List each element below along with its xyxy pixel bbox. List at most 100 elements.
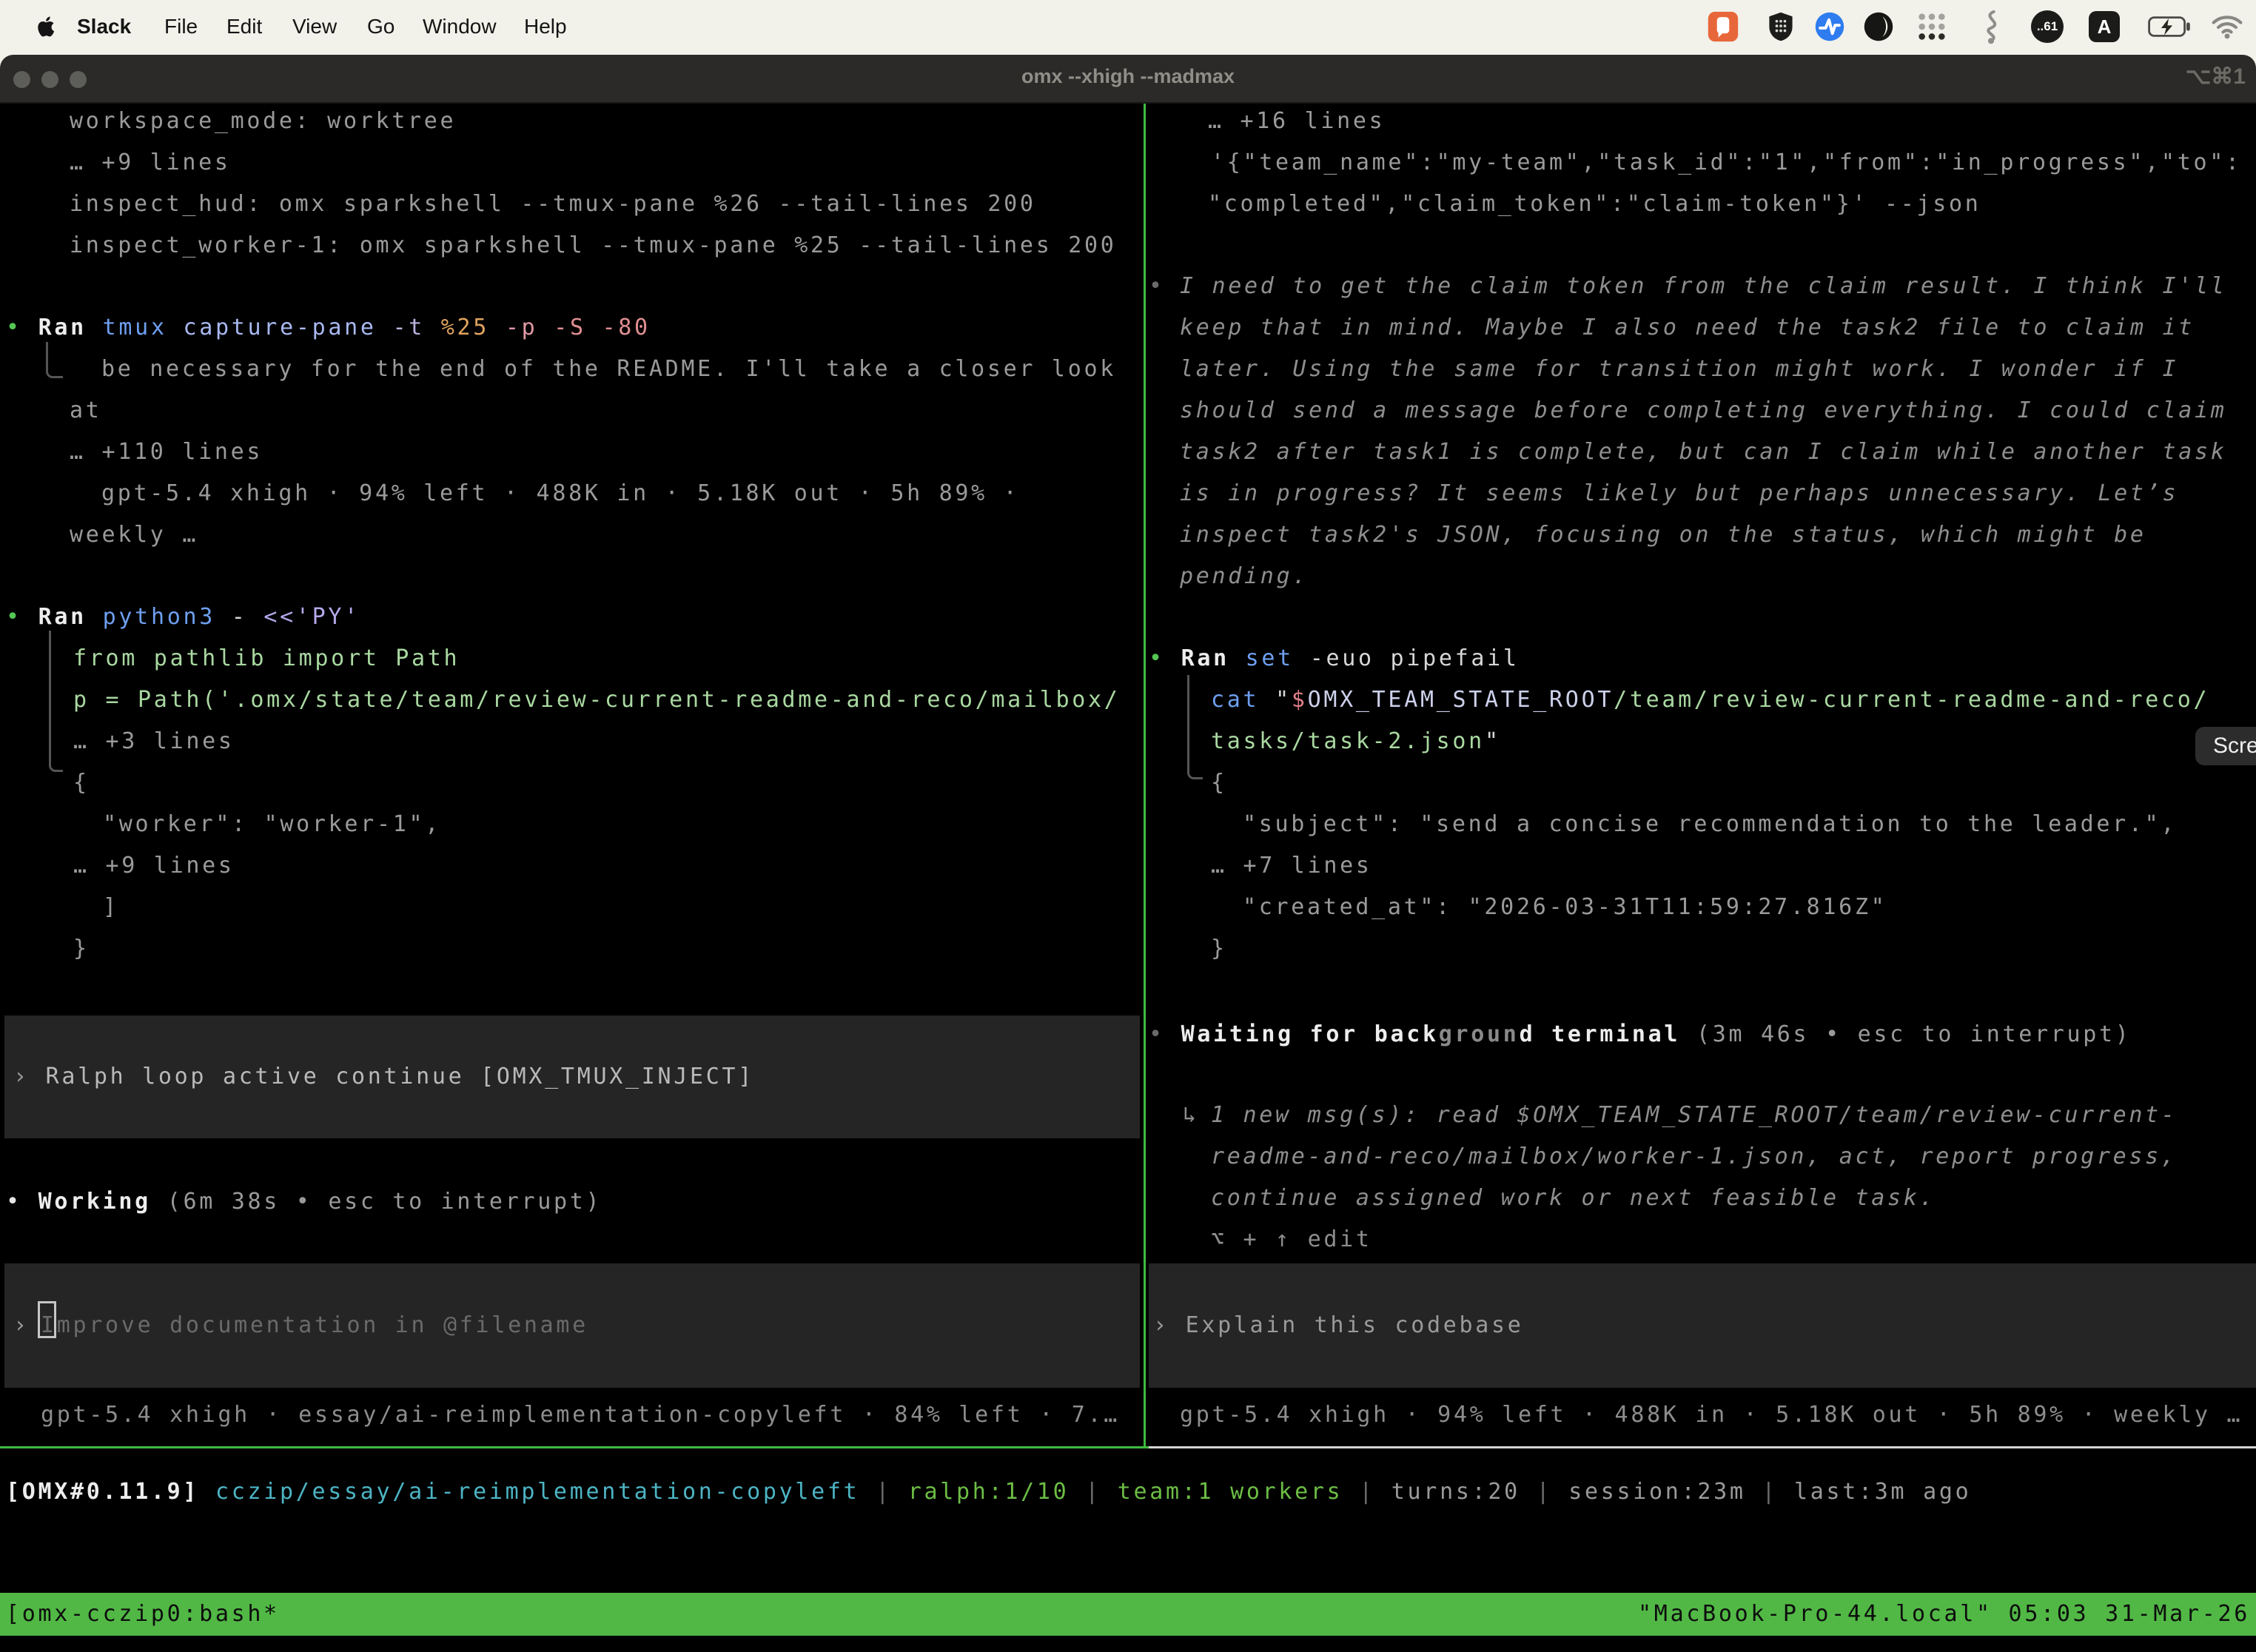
waiting-label-part: Waiting for back — [1181, 1021, 1439, 1047]
env-variable: OMX_TEAM_STATE_ROOT — [1308, 687, 1614, 713]
code-line: from pathlib import Path — [73, 638, 460, 679]
terminal-line: "completed","claim_token":"claim-token"}… — [1208, 184, 1981, 225]
command-arg: -80 — [602, 307, 651, 349]
separator: | — [1085, 1471, 1101, 1513]
zoom-button[interactable] — [70, 71, 87, 88]
menu-help[interactable]: Help — [524, 0, 567, 53]
json-output-line: { — [1211, 762, 1227, 804]
command-output-line: gpt-5.4 xhigh · 94% left · 488K in · 5.1… — [101, 473, 1019, 514]
ralph-counter: ralph:1/10 — [908, 1471, 1070, 1513]
input-source-icon[interactable]: A — [2089, 11, 2120, 42]
command-bullet: • — [1149, 638, 1165, 679]
path-segment: /team/review-current-readme-and-reco/ — [1614, 687, 2209, 713]
command-arg: %25 — [441, 307, 489, 349]
menu-app-slack[interactable]: Slack — [77, 0, 131, 53]
dollar-sign: $ — [1292, 687, 1308, 713]
left-pane-bottom-border — [0, 1446, 1149, 1448]
thinking-line: pending. — [1180, 556, 1309, 597]
minimize-button[interactable] — [41, 71, 58, 88]
command-arg: - — [232, 597, 248, 638]
suggestion-text: Explain this codebase — [1186, 1305, 1524, 1346]
separator: | — [876, 1471, 892, 1513]
command-output-line: weekly … — [70, 514, 198, 556]
command-flag: -t — [392, 307, 425, 349]
json-output-line: "created_at": "2026-03-31T11:59:27.816Z" — [1243, 887, 1887, 928]
terminal-line: inspect_hud: omx sparkshell --tmux-pane … — [70, 184, 1036, 225]
command-subcommand: capture-pane — [184, 307, 377, 349]
network-bolt-icon[interactable] — [1813, 10, 1846, 43]
menu-view[interactable]: View — [292, 0, 337, 53]
omx-version: [OMX#0.11.9] — [6, 1471, 199, 1513]
working-detail: (6m 38s • esc to interrupt) — [167, 1181, 602, 1223]
output-elbow-connector — [46, 342, 63, 378]
code-line: p = Path('.omx/state/team/review-current… — [73, 679, 1121, 721]
thinking-line: should send a message before completing … — [1180, 390, 2227, 432]
thinking-line: inspect task2's JSON, focusing on the st… — [1180, 514, 2146, 556]
dots-grid-icon[interactable] — [1917, 12, 1947, 41]
path-segment: tasks/task-2.json — [1211, 728, 1485, 754]
menu-window[interactable]: Window — [423, 0, 497, 53]
waiting-label-shimmer: groun — [1439, 1021, 1520, 1047]
prompt-chevron: › — [13, 1056, 30, 1098]
json-output-line: { — [73, 762, 90, 804]
command-args: -euo pipefail — [1310, 638, 1520, 679]
crescent-app-icon[interactable] — [1862, 10, 1895, 43]
last-activity: last:3m ago — [1794, 1471, 1971, 1513]
waiting-detail: (3m 46s • esc to interrupt) — [1696, 1014, 2132, 1055]
waiting-label: Waiting for background terminal — [1181, 1014, 1681, 1055]
menu-edit[interactable]: Edit — [226, 0, 262, 53]
ran-command-set: • Ran set -euo pipefail — [1149, 638, 1520, 679]
working-label: Working — [38, 1181, 151, 1223]
json-output-line: ] — [103, 887, 119, 928]
pane-divider[interactable] — [1144, 104, 1146, 1448]
thinking-bullet: • — [1149, 266, 1165, 307]
terminal-line: inspect_worker-1: omx sparkshell --tmux-… — [70, 225, 1117, 266]
quote-char: " — [1485, 728, 1501, 754]
turns-counter: turns:20 — [1391, 1471, 1520, 1513]
collapsed-lines-indicator: … +16 lines — [1208, 101, 1385, 142]
waiting-label-part: d terminal — [1520, 1021, 1681, 1047]
apple-icon[interactable] — [33, 13, 59, 40]
separator: | — [1359, 1471, 1375, 1513]
right-pane-status-line: gpt-5.4 xhigh · 94% left · 488K in · 5.1… — [1180, 1394, 2243, 1436]
close-button[interactable] — [13, 71, 30, 88]
cat-command-line: cat "$OMX_TEAM_STATE_ROOT/team/review-cu… — [1211, 679, 2209, 721]
status-bullet: • — [1149, 1014, 1165, 1055]
quote-char: " — [1275, 687, 1292, 713]
output-elbow-connector — [1187, 675, 1203, 779]
automation-icon[interactable] — [1975, 9, 2007, 44]
collapsed-lines-indicator: … +110 lines — [70, 432, 263, 473]
command-flag: -S — [554, 307, 586, 349]
ran-label: Ran — [1181, 638, 1229, 679]
command-output-line: at — [70, 390, 102, 432]
command-flag: -p — [506, 307, 538, 349]
ralph-loop-text: Ralph loop active continue [OMX_TMUX_INJ… — [46, 1056, 755, 1098]
percent-badge-icon[interactable]: ..61 — [2031, 10, 2064, 43]
ran-command-tmux: • Ran tmux capture-pane -t %25 -p -S -80 — [6, 307, 651, 349]
menu-go[interactable]: Go — [367, 0, 395, 53]
json-output-line: "subject": "send a concise recommendatio… — [1243, 804, 2177, 845]
thinking-line: I need to get the claim token from the c… — [1180, 266, 2227, 307]
mailbox-message-line: 1 new msg(s): read $OMX_TEAM_STATE_ROOT/… — [1211, 1095, 2178, 1136]
terminal-line: workspace_mode: worktree — [70, 101, 456, 142]
battery-icon[interactable] — [2148, 16, 2191, 37]
explain-suggestion[interactable]: › Explain this codebase — [1153, 1305, 1524, 1346]
command-bullet: • — [6, 307, 22, 349]
status-bullet: • — [6, 1181, 22, 1223]
tmux-host-clock: "MacBook-Pro-44.local" 05:03 31-Mar-26 — [1638, 1593, 2250, 1636]
json-output-line: } — [73, 928, 90, 970]
cat-command-line-2: tasks/task-2.json" — [1211, 721, 1501, 762]
wifi-icon[interactable] — [2210, 10, 2244, 43]
window-shortcut-badge: ⌥⌘1 — [2186, 64, 2246, 90]
collapsed-lines-indicator: … +9 lines — [70, 142, 231, 184]
collapsed-lines-indicator: … +9 lines — [73, 845, 235, 887]
thinking-line: keep that in mind. Maybe I also need the… — [1180, 307, 2195, 349]
command-name: python3 — [103, 597, 215, 638]
chat-app-icon[interactable] — [1707, 10, 1739, 43]
shield-grid-icon[interactable] — [1765, 10, 1797, 43]
input-placeholder[interactable]: Improve documentation in @filename — [41, 1305, 588, 1346]
thinking-line: task2 after task1 is complete, but can I… — [1180, 432, 2227, 473]
json-output-line: } — [1211, 928, 1227, 970]
menu-file[interactable]: File — [164, 0, 198, 53]
command-name: tmux — [103, 307, 167, 349]
